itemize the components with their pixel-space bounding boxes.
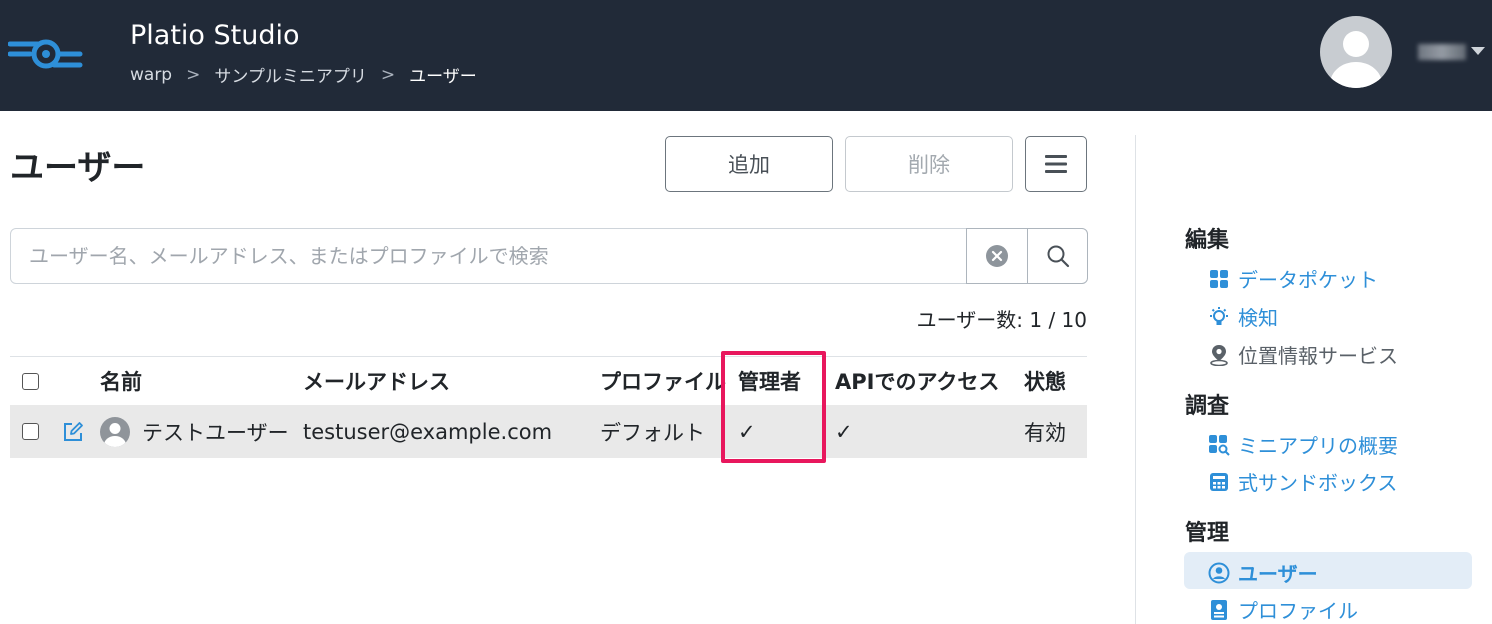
api-access-check: ✓ bbox=[835, 419, 853, 444]
sidebar-item-profiles[interactable]: プロファイル bbox=[1208, 595, 1358, 624]
admin-column-highlight bbox=[721, 351, 826, 463]
user-silhouette-icon bbox=[104, 422, 126, 447]
sidebar-item-miniapp-overview[interactable]: ミニアプリの概要 bbox=[1208, 430, 1398, 459]
user-avatar[interactable] bbox=[1320, 16, 1392, 88]
top-bar: Platio Studio warp > サンプルミニアプリ > ユーザー bbox=[0, 0, 1492, 111]
sidebar-item-label: ミニアプリの概要 bbox=[1238, 434, 1398, 458]
search-icon bbox=[1047, 245, 1069, 268]
profile-card-icon bbox=[1208, 599, 1230, 621]
calculator-icon bbox=[1208, 471, 1230, 493]
user-circle-icon bbox=[1208, 562, 1230, 584]
page-title: ユーザー bbox=[10, 148, 146, 188]
add-button[interactable]: 追加 bbox=[665, 136, 833, 192]
sidebar-divider bbox=[1135, 135, 1136, 624]
clear-circle-icon bbox=[986, 245, 1008, 267]
column-header-status[interactable]: 状態 bbox=[1024, 357, 1066, 405]
edit-icon bbox=[64, 421, 83, 441]
chevron-down-icon[interactable] bbox=[1471, 47, 1485, 55]
sidebar-item-location-service[interactable]: 位置情報サービス bbox=[1208, 340, 1398, 369]
user-email: testuser@example.com bbox=[303, 419, 553, 444]
edit-button[interactable] bbox=[62, 405, 84, 458]
user-name: テストユーザー bbox=[142, 420, 289, 445]
sidebar-item-users[interactable]: ユーザー bbox=[1208, 558, 1318, 587]
sidebar-item-detection[interactable]: 検知 bbox=[1208, 302, 1278, 331]
column-header-name[interactable]: 名前 bbox=[100, 357, 142, 405]
menu-button[interactable] bbox=[1025, 136, 1087, 192]
sidebar-section-edit: 編集 bbox=[1185, 228, 1230, 253]
sidebar-section-admin: 管理 bbox=[1185, 521, 1230, 546]
hamburger-icon bbox=[1045, 155, 1067, 173]
breadcrumb-separator: > bbox=[186, 64, 201, 85]
table-header: 名前 メールアドレス プロファイル 管理者 APIでのアクセス 状態 bbox=[10, 357, 1087, 405]
search-bar bbox=[10, 228, 1088, 284]
user-silhouette-icon bbox=[1330, 31, 1382, 88]
user-count: ユーザー数: 1 / 10 bbox=[916, 308, 1087, 332]
sidebar-item-data-pocket[interactable]: データポケット bbox=[1208, 264, 1378, 293]
search-input[interactable] bbox=[11, 229, 966, 283]
breadcrumb-item-warp[interactable]: warp bbox=[130, 65, 172, 85]
column-header-profile[interactable]: プロファイル bbox=[600, 357, 726, 405]
select-all-checkbox[interactable] bbox=[22, 372, 39, 390]
sidebar-section-investigate: 調査 bbox=[1185, 394, 1230, 419]
breadcrumb: warp > サンプルミニアプリ > ユーザー bbox=[130, 62, 477, 88]
breadcrumb-separator: > bbox=[380, 64, 396, 85]
clear-search-button[interactable] bbox=[966, 228, 1027, 284]
user-name-blurred[interactable] bbox=[1418, 44, 1466, 60]
column-header-api-access[interactable]: APIでのアクセス bbox=[835, 357, 999, 405]
app-title: Platio Studio bbox=[130, 20, 300, 51]
search-button[interactable] bbox=[1027, 228, 1088, 284]
grid-icon bbox=[1208, 268, 1230, 290]
sidebar-item-label: 検知 bbox=[1238, 306, 1278, 330]
sidebar-item-label: ユーザー bbox=[1238, 562, 1318, 586]
column-header-email[interactable]: メールアドレス bbox=[303, 357, 450, 405]
table-row[interactable]: テストユーザー testuser@example.com デフォルト ✓ ✓ 有… bbox=[10, 405, 1087, 458]
users-table: 名前 メールアドレス プロファイル 管理者 APIでのアクセス 状態 テストユー… bbox=[10, 356, 1087, 458]
lightbulb-icon bbox=[1208, 306, 1230, 328]
sidebar-item-formula-sandbox[interactable]: 式サンドボックス bbox=[1208, 467, 1397, 496]
user-status: 有効 bbox=[1024, 420, 1066, 445]
user-profile: デフォルト bbox=[600, 420, 705, 445]
sidebar-item-label: プロファイル bbox=[1238, 599, 1358, 623]
sidebar-item-label: 式サンドボックス bbox=[1238, 471, 1398, 495]
row-select-cell bbox=[22, 405, 39, 458]
user-avatar-small bbox=[100, 416, 130, 447]
grid-search-icon bbox=[1208, 434, 1230, 456]
breadcrumb-item-miniapp[interactable]: サンプルミニアプリ bbox=[214, 62, 367, 87]
row-checkbox[interactable] bbox=[22, 423, 39, 440]
map-pin-icon bbox=[1208, 344, 1230, 366]
user-name-cell: テストユーザー bbox=[100, 405, 289, 458]
sidebar-item-label: 位置情報サービス bbox=[1238, 344, 1398, 368]
delete-button[interactable]: 削除 bbox=[845, 136, 1013, 192]
platio-logo-icon[interactable] bbox=[8, 34, 84, 74]
sidebar-item-label: データポケット bbox=[1238, 268, 1378, 292]
breadcrumb-item-users: ユーザー bbox=[409, 67, 477, 87]
select-all-cell bbox=[22, 357, 39, 405]
